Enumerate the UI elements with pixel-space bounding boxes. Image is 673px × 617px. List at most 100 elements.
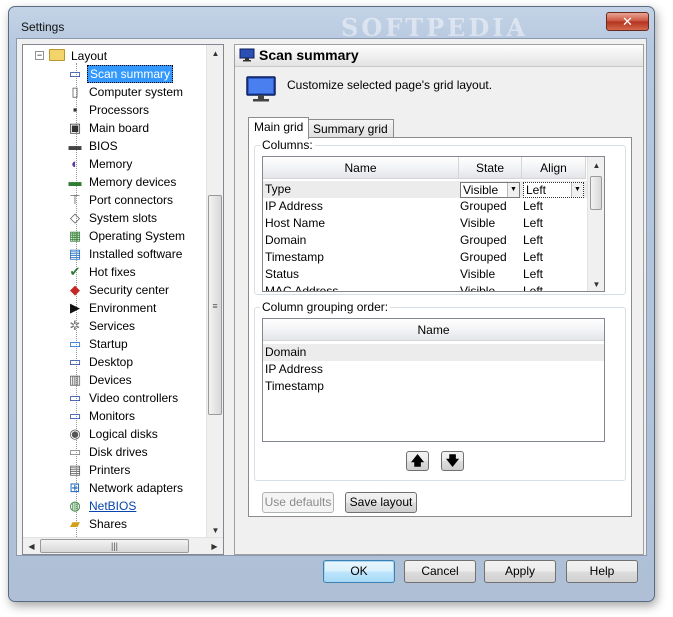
tree-item[interactable]: ⊤ Port connectors	[67, 191, 223, 209]
columns-grid[interactable]: Name State Align Type Visible ▼ Left ▼ IP Add…	[262, 156, 605, 292]
grid-cell-state[interactable]: Visible	[460, 266, 520, 283]
tree-item[interactable]: ▥ Devices	[67, 371, 223, 389]
grid-cell-align[interactable]: Left	[523, 232, 583, 249]
tree-item-label: Devices	[89, 373, 132, 387]
grouping-row[interactable]: IP Address	[265, 361, 595, 378]
grid-cell-align[interactable]: Left	[523, 283, 583, 291]
folder-share-icon: ▰	[70, 516, 80, 531]
help-button[interactable]: Help	[566, 560, 638, 583]
grid-cell-state[interactable]: Grouped	[460, 232, 520, 249]
grid-cell-align[interactable]: Left	[523, 266, 583, 283]
scroll-thumb[interactable]: |||	[40, 539, 189, 553]
panel-description: Customize selected page's grid layout.	[287, 78, 493, 92]
tree-item[interactable]: ▣ Main board	[67, 119, 223, 137]
tree-item[interactable]: ◇ System slots	[67, 209, 223, 227]
monitor-icon	[239, 48, 255, 62]
tree-item[interactable]: ⊞ Network adapters	[67, 479, 223, 497]
settings-panel: Scan summary Customize selected page's g…	[234, 44, 644, 555]
grid-cell-state[interactable]: Grouped	[460, 198, 520, 215]
scroll-down-arrow-icon[interactable]: ▼	[588, 276, 604, 291]
grid-cell-align[interactable]: Left	[523, 215, 583, 232]
panel-header: Scan summary	[235, 45, 643, 67]
scroll-up-arrow-icon[interactable]: ▲	[207, 45, 223, 62]
tab-summary-grid[interactable]: Summary grid	[307, 119, 394, 139]
tree-item[interactable]: ◐ Memory	[67, 155, 223, 173]
tree-item[interactable]: ▦ Operating System	[67, 227, 223, 245]
tree-item-label: Network adapters	[89, 481, 184, 495]
grouping-group: Column grouping order: Name Domain IP Add…	[254, 300, 626, 481]
grid-cell-state[interactable]: Visible	[460, 215, 520, 232]
scroll-up-arrow-icon[interactable]: ▲	[588, 157, 604, 174]
grouping-grid[interactable]: Name Domain IP Address Timestamp	[262, 318, 605, 442]
grid-cell-name[interactable]: IP Address	[265, 198, 455, 215]
tree-item-label: Memory	[89, 157, 133, 171]
grid-cell-name[interactable]: MAC Address	[265, 283, 455, 291]
desktop-icon: ▭	[68, 354, 82, 369]
tree-item[interactable]: ▤ Installed software	[67, 245, 223, 263]
grid-cell-state[interactable]: Grouped	[460, 249, 520, 266]
collapse-icon[interactable]: −	[35, 51, 44, 60]
settings-tree[interactable]: − Layout ▭ Scan summary ▯ Computer system ▪ P…	[22, 44, 224, 555]
use-defaults-button[interactable]: Use defaults	[262, 492, 334, 513]
grid-cell-name[interactable]: Host Name	[265, 215, 455, 232]
tree-item[interactable]: ◉ Logical disks	[67, 425, 223, 443]
scroll-left-arrow-icon[interactable]: ◀	[23, 538, 40, 554]
tree-item[interactable]: ▭ Desktop	[67, 353, 223, 371]
tree-item[interactable]: ▬ Memory devices	[67, 173, 223, 191]
tree-item[interactable]: ✔ Hot fixes	[67, 263, 223, 281]
tree-item[interactable]: ▭ Video controllers	[67, 389, 223, 407]
grid-cell-name[interactable]: Timestamp	[265, 249, 455, 266]
scroll-thumb[interactable]: ≡	[208, 195, 222, 415]
tab-main-grid[interactable]: Main grid	[248, 117, 310, 139]
move-up-button[interactable]: 🡅	[406, 451, 429, 471]
grid-cell-name[interactable]: Status	[265, 266, 455, 283]
settings-window: Settings SOFTPEDIA ✕ − Layout ▭ Scan summ…	[8, 6, 655, 602]
tree-item[interactable]: ▰ Shares	[67, 515, 223, 533]
align-select[interactable]: Left ▼	[523, 182, 584, 198]
column-header-align[interactable]: Align	[522, 157, 586, 179]
tree-item[interactable]: ▪ Processors	[67, 101, 223, 119]
tree-item[interactable]: ▤ Printers	[67, 461, 223, 479]
grid-cell-name[interactable]: Domain	[265, 232, 455, 249]
grid-vertical-scrollbar[interactable]: ▲ ▼	[587, 157, 604, 291]
tree-item[interactable]: ▭ Disk drives	[67, 443, 223, 461]
cancel-button[interactable]: Cancel	[404, 560, 476, 583]
tree-item[interactable]: ✲ Services	[67, 317, 223, 335]
grid-cell-state[interactable]: Visible	[460, 283, 520, 291]
chevron-down-icon[interactable]: ▼	[507, 183, 519, 197]
tree-item[interactable]: ▭ Scan summary	[67, 65, 223, 83]
tree-item[interactable]: ◆ Security center	[67, 281, 223, 299]
tree-item[interactable]: ▬ BIOS	[67, 137, 223, 155]
tree-item[interactable]: ▯ Computer system	[67, 83, 223, 101]
close-button[interactable]: ✕	[606, 12, 649, 31]
tab-content: Columns: Name State Align Type Visible ▼ Le…	[248, 137, 632, 517]
title-bar[interactable]: Settings SOFTPEDIA ✕	[9, 7, 654, 42]
save-layout-button[interactable]: Save layout	[345, 492, 417, 513]
chevron-down-icon[interactable]: ▼	[571, 183, 583, 197]
grouping-row[interactable]: Timestamp	[265, 378, 595, 395]
grid-cell-name[interactable]: Type	[265, 181, 455, 198]
ok-button[interactable]: OK	[323, 560, 395, 583]
tree-node-layout[interactable]: − Layout	[35, 47, 185, 65]
column-header-state[interactable]: State	[459, 157, 522, 179]
scroll-thumb[interactable]	[590, 176, 602, 210]
tree-item[interactable]: ◍ NetBIOS	[67, 497, 223, 515]
grouping-header-name[interactable]: Name	[263, 319, 604, 341]
tree-horizontal-scrollbar[interactable]: ◀ ||| ▶	[23, 537, 223, 554]
state-select[interactable]: Visible ▼	[460, 182, 520, 198]
tree-item[interactable]: ▭ Monitors	[67, 407, 223, 425]
tree-vertical-scrollbar[interactable]: ▲ ≡ ▼	[206, 45, 223, 539]
tree-item[interactable]: ▭ Startup	[67, 335, 223, 353]
grid-cell-align[interactable]: Left	[523, 198, 583, 215]
move-down-button[interactable]: 🡇	[441, 451, 464, 471]
apply-button[interactable]: Apply	[484, 560, 556, 583]
column-header-name[interactable]: Name	[263, 157, 459, 179]
grid-cell-align[interactable]: Left	[523, 249, 583, 266]
tree-item-label: Desktop	[89, 355, 134, 369]
scroll-right-arrow-icon[interactable]: ▶	[206, 538, 223, 554]
connector-icon: ⊤	[69, 192, 81, 207]
arrow-down-icon: 🡇	[445, 453, 460, 468]
tree-item[interactable]: ▶ Environment	[67, 299, 223, 317]
tree-item-label: Services	[89, 319, 136, 333]
grouping-row[interactable]: Domain	[265, 344, 595, 361]
